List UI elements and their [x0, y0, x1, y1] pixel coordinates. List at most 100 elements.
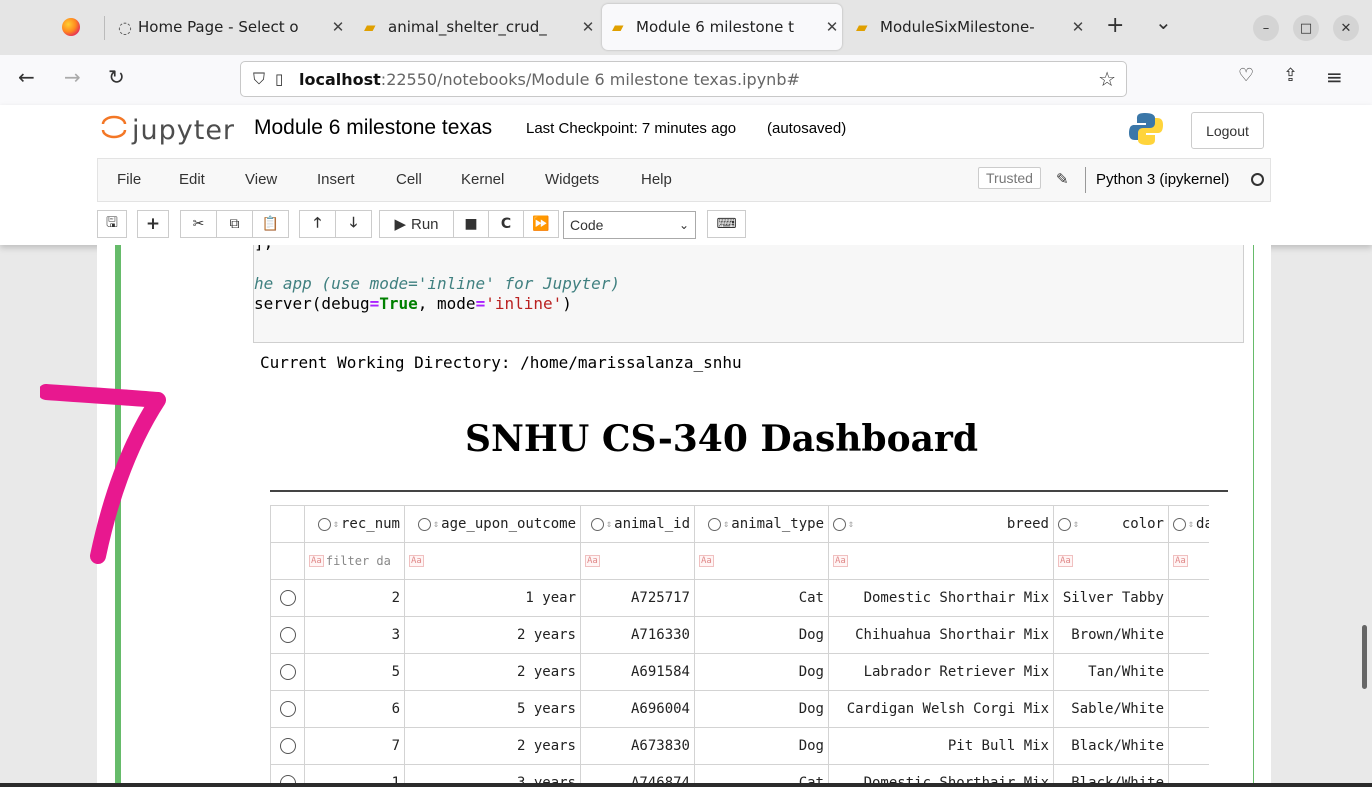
- column-header[interactable]: ⇕ rec_num: [305, 505, 404, 543]
- cut-button[interactable]: ✂: [180, 210, 217, 238]
- bookmark-star-icon[interactable]: ☆: [1098, 67, 1116, 91]
- column-select-icon[interactable]: [418, 517, 432, 531]
- copy-button[interactable]: ⧉: [216, 210, 253, 238]
- sort-icon[interactable]: ⇕: [848, 519, 854, 530]
- case-toggle[interactable]: Aa: [409, 555, 424, 567]
- filter-input[interactable]: Aa filter da: [305, 543, 404, 580]
- extensions-icon[interactable]: ⇪: [1283, 65, 1298, 86]
- menu-insert[interactable]: Insert: [317, 171, 355, 188]
- case-toggle[interactable]: Aa: [699, 555, 714, 567]
- filter-input[interactable]: Aa: [1054, 543, 1168, 580]
- url-bar[interactable]: ⛉ ▯ localhost :22550/notebooks/Module 6 …: [240, 61, 1127, 97]
- close-window-button[interactable]: ✕: [1333, 15, 1359, 41]
- column-select-icon[interactable]: [833, 517, 846, 531]
- column-header[interactable]: ⇕ animal_type: [695, 505, 828, 543]
- sort-icon[interactable]: ⇕: [333, 519, 339, 530]
- forward-icon[interactable]: →: [64, 65, 81, 89]
- sort-icon[interactable]: ⇕: [606, 519, 612, 530]
- logout-button[interactable]: Logout: [1191, 112, 1264, 149]
- row-radio[interactable]: [279, 701, 296, 717]
- filter-input[interactable]: Aa: [405, 543, 580, 580]
- table-cell-color: Tan/White: [1054, 654, 1168, 691]
- close-icon[interactable]: ✕: [578, 18, 598, 36]
- row-radio[interactable]: [279, 627, 296, 643]
- cell-type-select[interactable]: Code ⌄: [563, 211, 696, 239]
- menu-edit[interactable]: Edit: [179, 171, 205, 188]
- case-toggle[interactable]: Aa: [1058, 555, 1073, 567]
- column-header-label: breed: [1006, 516, 1049, 532]
- close-icon[interactable]: ✕: [328, 18, 348, 36]
- column-header[interactable]: ⇕ animal_id: [581, 505, 694, 543]
- column-select-icon[interactable]: [708, 517, 722, 531]
- tab-module-six-milestone[interactable]: ▰ ModuleSixMilestone- ✕: [850, 4, 1088, 50]
- pocket-icon[interactable]: ♡: [1238, 65, 1254, 86]
- sort-icon[interactable]: ⇕: [1073, 519, 1079, 530]
- fast-forward-icon: ⏩: [532, 216, 550, 232]
- tab-list-button[interactable]: ⌄: [1155, 10, 1172, 34]
- close-icon[interactable]: ✕: [822, 18, 842, 36]
- row-radio[interactable]: [279, 664, 296, 680]
- close-icon[interactable]: ✕: [1068, 18, 1088, 36]
- case-toggle[interactable]: Aa: [833, 555, 848, 567]
- column-header[interactable]: ⇕date_: [1169, 505, 1209, 543]
- minimize-button[interactable]: –: [1253, 15, 1279, 41]
- insert-cell-button[interactable]: +: [137, 210, 169, 238]
- column-select-icon[interactable]: [317, 517, 331, 531]
- reload-icon[interactable]: ↻: [108, 65, 125, 89]
- restart-button[interactable]: C: [488, 210, 524, 238]
- menu-kernel[interactable]: Kernel: [461, 171, 504, 188]
- menu-cell[interactable]: Cell: [396, 171, 422, 188]
- column-animal_id: ⇕ animal_id Aa A725717 A716330 A691584 A696004…: [581, 505, 695, 787]
- jupyter-logo-text[interactable]: jupyter: [132, 115, 235, 146]
- column-select-icon[interactable]: [591, 517, 605, 531]
- menu-file[interactable]: File: [117, 171, 141, 188]
- new-tab-button[interactable]: +: [1106, 13, 1124, 38]
- kernel-name[interactable]: Python 3 (ipykernel): [1096, 171, 1229, 188]
- filter-input[interactable]: Aa: [1169, 543, 1209, 580]
- save-button[interactable]: 🖫: [97, 210, 127, 238]
- case-toggle[interactable]: Aa: [585, 555, 600, 567]
- move-down-button[interactable]: 🡓: [335, 210, 372, 238]
- case-toggle[interactable]: Aa: [309, 555, 324, 567]
- filter-input[interactable]: Aa: [695, 543, 828, 580]
- menu-icon[interactable]: ≡: [1326, 65, 1343, 89]
- column-select-icon[interactable]: [1173, 517, 1186, 531]
- menu-widgets[interactable]: Widgets: [545, 171, 599, 188]
- menu-help[interactable]: Help: [641, 171, 672, 188]
- tab-home-page[interactable]: ◌ Home Page - Select o ✕: [112, 4, 348, 50]
- sort-icon[interactable]: ⇕: [1188, 519, 1194, 530]
- back-icon[interactable]: ←: [18, 65, 35, 89]
- row-radio[interactable]: [279, 590, 296, 606]
- column-header[interactable]: ⇕ breed: [829, 505, 1053, 543]
- restart-run-all-button[interactable]: ⏩: [523, 210, 559, 238]
- shield-icon[interactable]: ⛉: [253, 69, 275, 89]
- tab-animal-shelter-crud[interactable]: ▰ animal_shelter_crud_ ✕: [360, 4, 598, 50]
- column-select-icon[interactable]: [1058, 517, 1071, 531]
- sort-icon[interactable]: ⇕: [723, 519, 729, 530]
- firefox-icon[interactable]: [62, 18, 80, 36]
- command-palette-button[interactable]: ⌨: [707, 210, 746, 238]
- trusted-indicator[interactable]: Trusted: [978, 167, 1041, 189]
- table-cell-animal-type: Dog: [695, 654, 828, 691]
- interrupt-button[interactable]: ■: [453, 210, 489, 238]
- filter-input[interactable]: Aa: [829, 543, 1053, 580]
- paste-button[interactable]: 📋: [252, 210, 289, 238]
- row-radio[interactable]: [279, 738, 296, 754]
- filter-input[interactable]: Aa: [581, 543, 694, 580]
- page-scrollbar-thumb[interactable]: [1362, 625, 1367, 689]
- tab-module-6-milestone[interactable]: ▰ Module 6 milestone t ✕: [602, 4, 842, 50]
- code-cell-input[interactable]: ], he app (use mode='inline' for Jupyter…: [253, 245, 1244, 343]
- column-header[interactable]: ⇕ color: [1054, 505, 1168, 543]
- run-button[interactable]: ▶ Run: [379, 210, 454, 238]
- menu-view[interactable]: View: [245, 171, 277, 188]
- animal-data-table[interactable]: ⇕ rec_num Aa filter da 2 3 5 6 7 1 ⇕ age_upon_outco…: [270, 505, 1209, 787]
- select-column: [270, 505, 305, 787]
- pencil-icon[interactable]: ✎: [1056, 170, 1069, 188]
- column-header[interactable]: ⇕ age_upon_outcome: [405, 505, 580, 543]
- case-toggle[interactable]: Aa: [1173, 555, 1188, 567]
- move-up-button[interactable]: 🡑: [299, 210, 336, 238]
- jupyter-logo-icon[interactable]: [100, 113, 128, 141]
- sort-icon[interactable]: ⇕: [433, 519, 439, 530]
- notebook-title[interactable]: Module 6 milestone texas: [254, 116, 492, 140]
- maximize-button[interactable]: □: [1293, 15, 1319, 41]
